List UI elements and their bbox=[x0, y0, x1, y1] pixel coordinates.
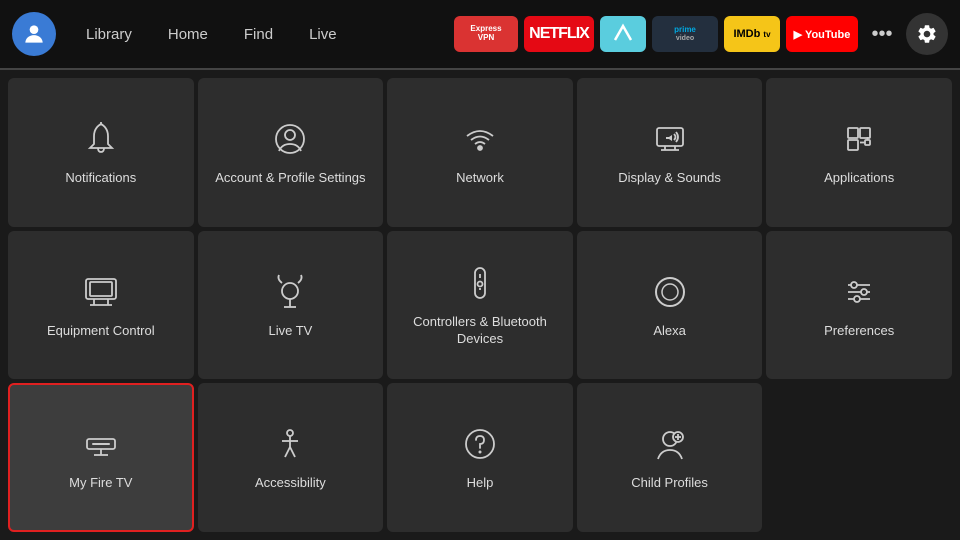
tile-help[interactable]: Help bbox=[387, 383, 573, 532]
accessibility-icon bbox=[269, 423, 311, 465]
settings-grid: Notifications Account & Profile Settings… bbox=[0, 70, 960, 540]
tv-monitor-icon bbox=[80, 271, 122, 313]
settings-button[interactable] bbox=[906, 13, 948, 55]
tile-child-profiles[interactable]: Child Profiles bbox=[577, 383, 763, 532]
tile-network-label: Network bbox=[456, 170, 504, 187]
nav-links: Library Home Find Live bbox=[68, 18, 355, 51]
app-imdb[interactable]: IMDb tv bbox=[724, 16, 780, 52]
tile-my-fire-tv[interactable]: My Fire TV bbox=[8, 383, 194, 532]
tile-controllers-bluetooth-label: Controllers & Bluetooth Devices bbox=[395, 314, 565, 348]
child-profile-icon bbox=[649, 423, 691, 465]
tile-alexa[interactable]: Alexa bbox=[577, 231, 763, 380]
bell-icon bbox=[80, 118, 122, 160]
tile-alexa-label: Alexa bbox=[653, 323, 686, 340]
person-circle-icon bbox=[269, 118, 311, 160]
tile-accessibility-label: Accessibility bbox=[255, 475, 326, 492]
apps-icon bbox=[838, 118, 880, 160]
tile-my-fire-tv-label: My Fire TV bbox=[69, 475, 132, 492]
display-sound-icon bbox=[649, 118, 691, 160]
tile-equipment-control-label: Equipment Control bbox=[47, 323, 155, 340]
app-prime[interactable]: prime video bbox=[652, 16, 718, 52]
nav-home[interactable]: Home bbox=[150, 18, 226, 51]
app-icons: ExpressVPN NETFLIX prime video IMDb tv ▶… bbox=[454, 13, 948, 55]
fire-tv-icon bbox=[80, 423, 122, 465]
tile-applications-label: Applications bbox=[824, 170, 894, 187]
avatar[interactable] bbox=[12, 12, 56, 56]
sliders-icon bbox=[838, 271, 880, 313]
app-netflix[interactable]: NETFLIX bbox=[524, 16, 594, 52]
tile-accessibility[interactable]: Accessibility bbox=[198, 383, 384, 532]
tile-help-label: Help bbox=[467, 475, 494, 492]
tile-notifications[interactable]: Notifications bbox=[8, 78, 194, 227]
tile-empty bbox=[766, 383, 952, 532]
nav-more-button[interactable]: ••• bbox=[864, 16, 900, 52]
wifi-icon bbox=[459, 118, 501, 160]
tile-preferences[interactable]: Preferences bbox=[766, 231, 952, 380]
alexa-icon bbox=[649, 271, 691, 313]
app-youtube[interactable]: ▶ YouTube bbox=[786, 16, 858, 52]
nav-library[interactable]: Library bbox=[68, 18, 150, 51]
tile-display-sounds[interactable]: Display & Sounds bbox=[577, 78, 763, 227]
remote-icon bbox=[459, 262, 501, 304]
tile-network[interactable]: Network bbox=[387, 78, 573, 227]
tile-display-sounds-label: Display & Sounds bbox=[618, 170, 721, 187]
tile-notifications-label: Notifications bbox=[65, 170, 136, 187]
tile-applications[interactable]: Applications bbox=[766, 78, 952, 227]
tile-preferences-label: Preferences bbox=[824, 323, 894, 340]
nav-find[interactable]: Find bbox=[226, 18, 291, 51]
tile-account[interactable]: Account & Profile Settings bbox=[198, 78, 384, 227]
help-icon bbox=[459, 423, 501, 465]
tile-equipment-control[interactable]: Equipment Control bbox=[8, 231, 194, 380]
nav-live[interactable]: Live bbox=[291, 18, 355, 51]
app-expressvpn[interactable]: ExpressVPN bbox=[454, 16, 518, 52]
app-freeform[interactable] bbox=[600, 16, 646, 52]
top-nav: Library Home Find Live ExpressVPN NETFLI… bbox=[0, 0, 960, 68]
tile-controllers-bluetooth[interactable]: Controllers & Bluetooth Devices bbox=[387, 231, 573, 380]
tile-account-label: Account & Profile Settings bbox=[215, 170, 365, 187]
tile-child-profiles-label: Child Profiles bbox=[631, 475, 708, 492]
antenna-icon bbox=[269, 271, 311, 313]
tile-live-tv-label: Live TV bbox=[268, 323, 312, 340]
tile-live-tv[interactable]: Live TV bbox=[198, 231, 384, 380]
